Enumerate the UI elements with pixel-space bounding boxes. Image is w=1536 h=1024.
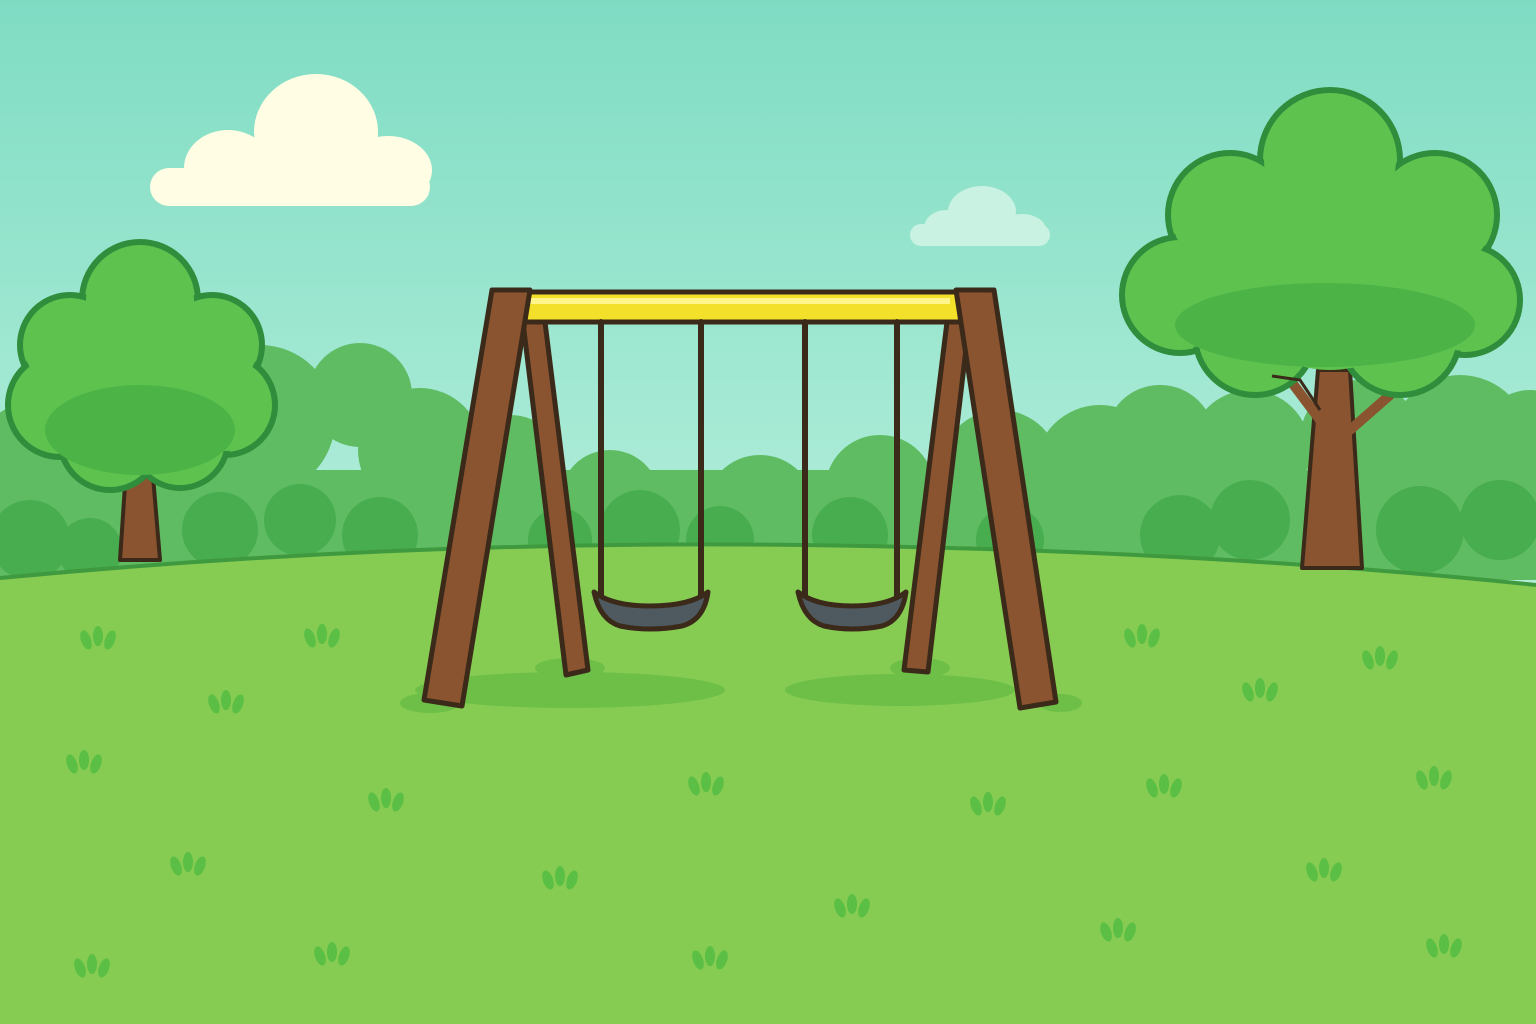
swing-top-bar-highlight — [530, 298, 950, 304]
grass-field — [0, 544, 1536, 1024]
swing-top-bar — [497, 289, 983, 325]
playground-scene — [0, 0, 1536, 1024]
